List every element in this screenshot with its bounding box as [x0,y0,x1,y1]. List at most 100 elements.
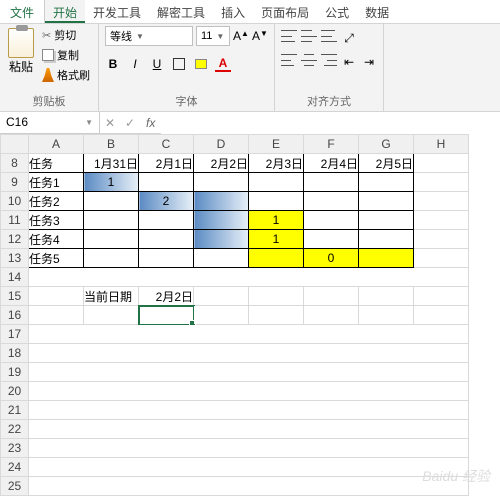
row-header[interactable]: 20 [1,382,29,401]
cell[interactable] [414,249,469,268]
active-cell[interactable] [139,306,194,325]
col-header[interactable]: H [414,135,469,154]
fx-icon[interactable]: fx [140,116,161,130]
cell[interactable] [29,325,469,344]
cell[interactable]: 任务 [29,154,84,173]
cell[interactable] [84,306,139,325]
shrink-font-button[interactable]: A▼ [252,28,268,44]
font-size-select[interactable]: 11▼ [196,26,230,46]
cell[interactable] [304,173,359,192]
copy-button[interactable]: 复制 [40,46,92,64]
cell[interactable]: 任务3 [29,211,84,230]
cell[interactable]: 2 [139,192,194,211]
spreadsheet-grid[interactable]: A B C D E F G H 8 任务 1月31日 2月1日 2月2日 2月3… [0,134,469,496]
cell[interactable] [359,230,414,249]
cut-button[interactable]: ✂剪切 [40,26,92,44]
tab-insert[interactable]: 插入 [213,0,253,23]
cell[interactable] [304,287,359,306]
paste-button[interactable]: 粘贴 [6,26,36,77]
cell[interactable] [29,268,469,287]
cell[interactable] [304,230,359,249]
row-header[interactable]: 8 [1,154,29,173]
row-header[interactable]: 19 [1,363,29,382]
tab-dev[interactable]: 开发工具 [85,0,149,23]
underline-button[interactable]: U [149,56,165,72]
cell[interactable]: 任务2 [29,192,84,211]
cell[interactable] [29,477,469,496]
row-header[interactable]: 24 [1,458,29,477]
bold-button[interactable]: B [105,56,121,72]
cell[interactable]: 2月2日 [194,154,249,173]
row-header[interactable]: 14 [1,268,29,287]
cell[interactable]: 0 [304,249,359,268]
row-header[interactable]: 25 [1,477,29,496]
cell[interactable] [194,306,249,325]
cell[interactable] [139,230,194,249]
cell[interactable] [359,173,414,192]
col-header[interactable]: B [84,135,139,154]
col-header[interactable]: C [139,135,194,154]
cell[interactable]: 任务1 [29,173,84,192]
cell[interactable]: 2月1日 [139,154,194,173]
row-header[interactable]: 10 [1,192,29,211]
cell[interactable] [249,287,304,306]
cell[interactable] [249,173,304,192]
font-name-select[interactable]: 等线▼ [105,26,193,46]
cell[interactable] [29,344,469,363]
cell[interactable] [29,306,84,325]
cell[interactable] [194,192,249,211]
italic-button[interactable]: I [127,56,143,72]
cell[interactable]: 1 [249,230,304,249]
row-header[interactable]: 9 [1,173,29,192]
grow-font-button[interactable]: A▲ [233,28,249,44]
cell[interactable] [29,420,469,439]
font-color-button[interactable]: A [215,56,231,72]
cell[interactable]: 2月3日 [249,154,304,173]
cell[interactable] [194,211,249,230]
cell[interactable] [414,173,469,192]
row-header[interactable]: 16 [1,306,29,325]
select-all-corner[interactable] [1,135,29,154]
align-right-button[interactable] [321,54,337,66]
cell[interactable] [414,230,469,249]
col-header[interactable]: D [194,135,249,154]
align-bottom-button[interactable] [321,30,337,42]
cell[interactable] [84,211,139,230]
cell[interactable] [194,230,249,249]
cell[interactable] [414,154,469,173]
cell[interactable] [249,249,304,268]
cell[interactable] [29,363,469,382]
cell[interactable] [194,287,249,306]
cell[interactable]: 1月31日 [84,154,139,173]
cell[interactable] [304,192,359,211]
increase-indent-button[interactable]: ⇥ [361,54,377,70]
decrease-indent-button[interactable]: ⇤ [341,54,357,70]
cell[interactable] [359,287,414,306]
row-header[interactable]: 11 [1,211,29,230]
cell[interactable] [84,192,139,211]
cell[interactable]: 任务5 [29,249,84,268]
fill-color-button[interactable] [193,56,209,72]
cell[interactable]: 2月4日 [304,154,359,173]
col-header[interactable]: A [29,135,84,154]
cell[interactable] [414,306,469,325]
cell[interactable] [29,401,469,420]
col-header[interactable]: E [249,135,304,154]
cell[interactable]: 1 [249,211,304,230]
cell[interactable] [139,249,194,268]
align-top-button[interactable] [281,30,297,42]
cell[interactable] [304,211,359,230]
row-header[interactable]: 18 [1,344,29,363]
cell[interactable] [249,306,304,325]
cell[interactable] [139,211,194,230]
cell[interactable] [194,173,249,192]
cell[interactable] [29,458,469,477]
formula-bar[interactable] [161,112,500,134]
col-header[interactable]: G [359,135,414,154]
tab-layout[interactable]: 页面布局 [253,0,317,23]
cell[interactable] [139,173,194,192]
cell[interactable] [359,192,414,211]
cell[interactable] [29,287,84,306]
cell[interactable] [84,249,139,268]
orientation-button[interactable]: ⤢ [341,30,357,46]
